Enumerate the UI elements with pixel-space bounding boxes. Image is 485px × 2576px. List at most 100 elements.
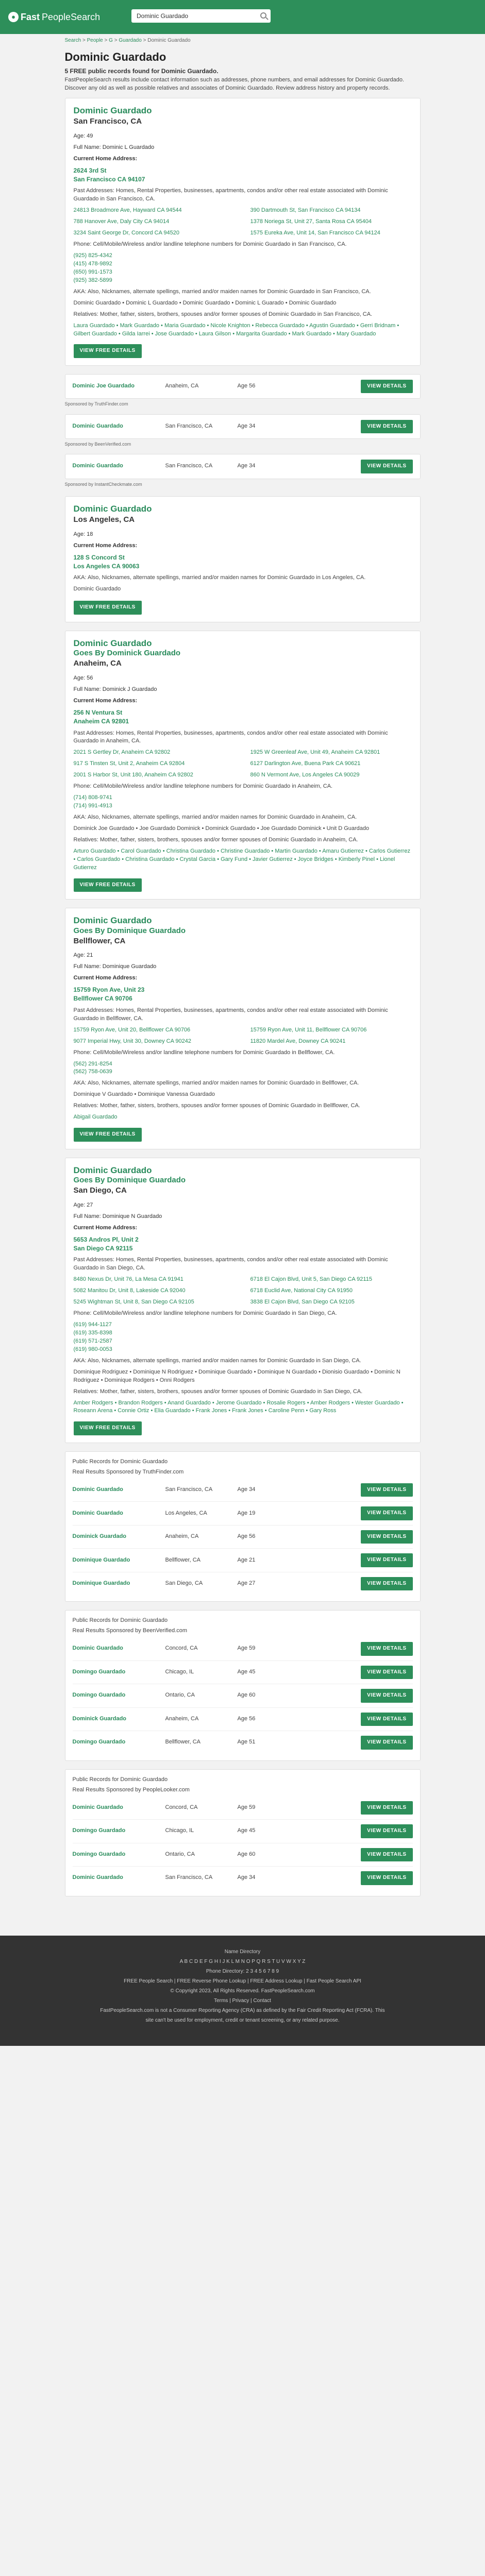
- past-address[interactable]: 8480 Nexus Dr, Unit 76, La Mesa CA 91941: [74, 1276, 235, 1284]
- result-name[interactable]: Dominic Guardado: [73, 1804, 165, 1812]
- result-name[interactable]: Dominique Guardado: [73, 1556, 165, 1565]
- footer-links[interactable]: FREE People Search | FREE Reverse Phone …: [0, 1976, 485, 1986]
- view-details-button[interactable]: VIEW DETAILS: [361, 1712, 413, 1726]
- view-details-button[interactable]: VIEW DETAILS: [361, 1506, 413, 1520]
- footer-phone-directory[interactable]: Phone Directory: 2 3 4 5 6 7 8 9: [0, 1967, 485, 1976]
- phone-number[interactable]: (714) 808-9741: [74, 794, 112, 801]
- phone-number[interactable]: (619) 571-2587: [74, 1338, 112, 1344]
- view-details-button[interactable]: VIEW DETAILS: [361, 1577, 413, 1591]
- view-details-button[interactable]: VIEW DETAILS: [361, 379, 413, 394]
- phone-number[interactable]: (619) 335-8398: [74, 1330, 112, 1336]
- view-details-button[interactable]: VIEW DETAILS: [361, 1689, 413, 1703]
- result-name[interactable]: Dominick Guardado: [73, 1715, 165, 1723]
- view-details-button[interactable]: VIEW DETAILS: [361, 1483, 413, 1497]
- view-details-button[interactable]: VIEW DETAILS: [361, 1530, 413, 1544]
- result-name[interactable]: Domingo Guardado: [73, 1691, 165, 1700]
- view-details-button[interactable]: VIEW DETAILS: [361, 419, 413, 433]
- result-name[interactable]: Dominic Guardado: [73, 422, 165, 431]
- view-free-details-button[interactable]: VIEW FREE DETAILS: [73, 1421, 142, 1435]
- view-details-button[interactable]: VIEW DETAILS: [361, 1665, 413, 1680]
- phone-number[interactable]: (562) 291-8254: [74, 1061, 112, 1067]
- past-address[interactable]: 5245 Wightman St, Unit 8, San Diego CA 9…: [74, 1298, 235, 1307]
- view-details-button[interactable]: VIEW DETAILS: [361, 1553, 413, 1567]
- past-address[interactable]: 6718 Euclid Ave, National City CA 91950: [250, 1287, 412, 1295]
- crumb-guardado[interactable]: Guardado: [119, 38, 141, 43]
- phone-number[interactable]: (650) 991-1573: [74, 269, 112, 275]
- result-name[interactable]: Domingo Guardado: [73, 1738, 165, 1747]
- past-address[interactable]: 24813 Broadmore Ave, Hayward CA 94544: [74, 207, 235, 215]
- result-name[interactable]: Dominic Guardado: [73, 1486, 165, 1494]
- past-address[interactable]: 917 S Tinsten St, Unit 2, Anaheim CA 928…: [74, 760, 235, 768]
- footer-name-directory[interactable]: Name Directory: [0, 1947, 485, 1957]
- person-name[interactable]: Dominic Guardado: [74, 504, 412, 514]
- search-icon[interactable]: [260, 12, 266, 19]
- view-free-details-button[interactable]: VIEW FREE DETAILS: [73, 878, 142, 892]
- result-name[interactable]: Domingo Guardado: [73, 1851, 165, 1859]
- relatives-list[interactable]: Abigail Guardado: [74, 1113, 412, 1122]
- crumb-people[interactable]: People: [87, 38, 103, 43]
- phone-number[interactable]: (415) 478-9892: [74, 261, 112, 267]
- phone-number[interactable]: (714) 991-4913: [74, 803, 112, 809]
- result-name[interactable]: Dominic Guardado: [73, 462, 165, 470]
- phone-number[interactable]: (925) 382-5899: [74, 277, 112, 283]
- result-name[interactable]: Dominic Guardado: [73, 1874, 165, 1882]
- result-name[interactable]: Dominick Guardado: [73, 1533, 165, 1541]
- phone-number[interactable]: (925) 825-4342: [74, 252, 112, 259]
- result-name[interactable]: Domingo Guardado: [73, 1827, 165, 1835]
- past-address[interactable]: 5082 Manitou Dr, Unit 8, Lakeside CA 920…: [74, 1287, 235, 1295]
- crumb-g[interactable]: G: [109, 38, 113, 43]
- view-details-button[interactable]: VIEW DETAILS: [361, 1642, 413, 1656]
- view-details-button[interactable]: VIEW DETAILS: [361, 460, 413, 473]
- phone-number[interactable]: (619) 944-1127: [74, 1321, 112, 1328]
- crumb-search[interactable]: Search: [65, 38, 81, 43]
- past-address[interactable]: 1925 W Greenleaf Ave, Unit 49, Anaheim C…: [250, 749, 412, 757]
- view-details-button[interactable]: VIEW DETAILS: [361, 1736, 413, 1750]
- result-name[interactable]: Domingo Guardado: [73, 1668, 165, 1676]
- footer-alphabet[interactable]: A B C D E F G H I J K L M N O P Q R S T …: [0, 1957, 485, 1967]
- result-name[interactable]: Dominic Guardado: [73, 1645, 165, 1653]
- result-name[interactable]: Dominic Joe Guardado: [73, 382, 165, 391]
- past-address[interactable]: 3234 Saint George Dr, Concord CA 94520: [74, 229, 235, 238]
- past-address[interactable]: 6718 El Cajon Blvd, Unit 5, San Diego CA…: [250, 1276, 412, 1284]
- person-name[interactable]: Dominic Guardado: [74, 1165, 412, 1176]
- past-address[interactable]: 2021 S Gertley Dr, Anaheim CA 92802: [74, 749, 235, 757]
- relatives-list[interactable]: Laura Guardado • Mark Guardado • Maria G…: [74, 322, 412, 338]
- result-name[interactable]: Dominic Guardado: [73, 1510, 165, 1518]
- past-address[interactable]: 15759 Ryon Ave, Unit 11, Bellflower CA 9…: [250, 1026, 412, 1035]
- past-address[interactable]: 11820 Mardel Ave, Downey CA 90241: [250, 1038, 412, 1046]
- current-address[interactable]: 15759 Ryon Ave, Unit 23 Bellflower CA 907…: [74, 986, 412, 1004]
- phone-number[interactable]: (619) 980-0053: [74, 1346, 112, 1352]
- list-item: Dominick Guardado Anaheim, CA Age 56 VIEW D…: [72, 1708, 413, 1732]
- past-address[interactable]: 2001 S Harbor St, Unit 180, Anaheim CA 9…: [74, 771, 235, 779]
- person-name[interactable]: Dominic Guardado: [74, 638, 412, 649]
- view-free-details-button[interactable]: VIEW FREE DETAILS: [73, 601, 142, 615]
- search-input[interactable]: Dominic Guardado: [131, 9, 271, 23]
- current-address[interactable]: 2624 3rd St San Francisco CA 94107: [74, 166, 412, 184]
- phone-number[interactable]: (562) 758-0639: [74, 1069, 112, 1075]
- past-address[interactable]: 6127 Darlington Ave, Buena Park CA 90621: [250, 760, 412, 768]
- view-free-details-button[interactable]: VIEW FREE DETAILS: [73, 344, 142, 358]
- current-address[interactable]: 128 S Concord St Los Angeles CA 90063: [74, 553, 412, 571]
- person-name[interactable]: Dominic Guardado: [74, 916, 412, 926]
- relatives-list[interactable]: Amber Rodgers • Brandon Rodgers • Anand …: [74, 1399, 412, 1416]
- past-address[interactable]: 390 Dartmouth St, San Francisco CA 94134: [250, 207, 412, 215]
- site-logo[interactable]: ● Fast PeopleSearch: [8, 10, 100, 24]
- current-address[interactable]: 5653 Andros Pl, Unit 2 San Diego CA 92115: [74, 1235, 412, 1253]
- relatives-list[interactable]: Arturo Guardado • Carol Guardado • Chris…: [74, 848, 412, 872]
- past-address[interactable]: 15759 Ryon Ave, Unit 20, Bellflower CA 9…: [74, 1026, 235, 1035]
- view-details-button[interactable]: VIEW DETAILS: [361, 1848, 413, 1862]
- view-details-button[interactable]: VIEW DETAILS: [361, 1801, 413, 1815]
- past-address[interactable]: 860 N Vermont Ave, Los Angeles CA 90029: [250, 771, 412, 779]
- past-address[interactable]: 3838 El Cajon Blvd, San Diego CA 92105: [250, 1298, 412, 1307]
- result-name[interactable]: Dominique Guardado: [73, 1580, 165, 1588]
- past-address[interactable]: 1575 Eureka Ave, Unit 14, San Francisco …: [250, 229, 412, 238]
- past-address[interactable]: 1378 Noriega St, Unit 27, Santa Rosa CA …: [250, 218, 412, 226]
- person-name[interactable]: Dominic Guardado: [74, 106, 412, 116]
- current-address[interactable]: 256 N Ventura St Anaheim CA 92801: [74, 708, 412, 726]
- view-details-button[interactable]: VIEW DETAILS: [361, 1871, 413, 1885]
- view-details-button[interactable]: VIEW DETAILS: [361, 1824, 413, 1838]
- past-address[interactable]: 788 Hanover Ave, Daly City CA 94014: [74, 218, 235, 226]
- view-free-details-button[interactable]: VIEW FREE DETAILS: [73, 1128, 142, 1142]
- past-address[interactable]: 9077 Imperial Hwy, Unit 30, Downey CA 90…: [74, 1038, 235, 1046]
- footer-legal-links[interactable]: Terms | Privacy | Contact: [0, 1996, 485, 2006]
